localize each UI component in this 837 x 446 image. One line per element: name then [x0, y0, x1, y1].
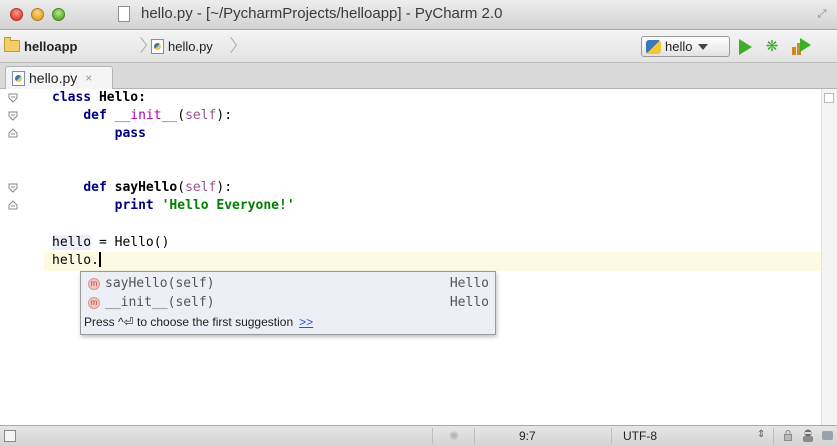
- navigation-bar: helloapp hello.py hello ❋: [0, 30, 837, 63]
- text-caret: [98, 252, 101, 267]
- autocomplete-more-link[interactable]: >>: [299, 315, 313, 329]
- autocomplete-popup: m sayHello(self) Hello m __init__(self) …: [80, 271, 496, 335]
- autocomplete-hint: Press ^⏎ to choose the first suggestion >…: [84, 315, 313, 329]
- inspection-status-icon[interactable]: [824, 93, 834, 103]
- title-bar: hello.py - [~/PycharmProjects/helloapp] …: [0, 0, 837, 30]
- fold-icon[interactable]: [8, 183, 18, 193]
- current-line-highlight: [0, 252, 821, 271]
- autocomplete-item-name: sayHello(self): [105, 276, 215, 291]
- folder-icon: [4, 37, 20, 52]
- code-line[interactable]: class Hello:: [52, 89, 146, 107]
- breadcrumb-file[interactable]: hello.py: [151, 30, 213, 62]
- window-minimize-button[interactable]: [31, 8, 44, 21]
- window-zoom-button[interactable]: [52, 8, 65, 21]
- tool-window-toggle-icon[interactable]: [4, 430, 16, 442]
- method-name: sayHello: [114, 180, 178, 195]
- autocomplete-hint-text: Press ^⏎ to choose the first suggestion: [84, 315, 294, 329]
- fold-icon[interactable]: [8, 111, 18, 121]
- tab-hello-py[interactable]: hello.py ×: [5, 66, 113, 89]
- message-icon[interactable]: [822, 431, 833, 440]
- fold-icon[interactable]: [8, 93, 18, 103]
- code-editor[interactable]: class Hello: def __init__(self): pass de…: [0, 89, 837, 425]
- class-name: Hello:: [98, 90, 146, 105]
- autocomplete-item-name: __init__(self): [105, 295, 215, 310]
- tab-label: hello.py: [29, 70, 78, 86]
- method-icon: m: [88, 296, 100, 309]
- self-param: self: [185, 180, 217, 195]
- keyword-print: print: [114, 198, 154, 213]
- autocomplete-item-type: Hello: [449, 276, 489, 291]
- assignment-expression: = Hello(): [91, 235, 170, 250]
- editor-gutter[interactable]: [0, 89, 44, 425]
- lock-icon[interactable]: [784, 430, 792, 441]
- code-line[interactable]: print 'Hello Everyone!': [52, 197, 295, 215]
- file-encoding[interactable]: UTF-8: [623, 429, 657, 443]
- debug-button[interactable]: ❋: [763, 38, 781, 55]
- run-configuration-select[interactable]: hello: [641, 36, 730, 57]
- encoding-select-arrows-icon[interactable]: ⇕: [757, 429, 765, 440]
- editor-tab-bar: hello.py ×: [0, 63, 837, 89]
- code-line-current[interactable]: hello.: [52, 252, 101, 270]
- document-icon: [118, 6, 130, 22]
- caret-position[interactable]: 9:7: [519, 429, 559, 443]
- python-file-icon: [151, 38, 164, 54]
- code-line[interactable]: def __init__(self):: [52, 107, 232, 125]
- autocomplete-item[interactable]: m __init__(self) Hello: [81, 293, 495, 312]
- code-line[interactable]: def sayHello(self):: [52, 179, 232, 197]
- status-divider: [432, 428, 433, 444]
- string-literal: 'Hello Everyone!': [161, 198, 295, 213]
- coverage-icon-bar: [792, 47, 796, 55]
- code-line[interactable]: hello = Hello(): [52, 234, 169, 252]
- method-name: __init__: [114, 108, 178, 123]
- breadcrumb-separator-icon: [226, 36, 234, 56]
- inspector-icon[interactable]: [801, 429, 815, 443]
- breadcrumb-file-label: hello.py: [168, 38, 213, 54]
- self-param: self: [185, 108, 217, 123]
- status-divider: [611, 428, 612, 444]
- keyword-def: def: [83, 108, 107, 123]
- member-access-dot: .: [91, 253, 99, 268]
- code-line[interactable]: pass: [52, 125, 146, 143]
- run-configuration-label: hello: [665, 39, 693, 54]
- python-run-config-icon: [646, 39, 661, 54]
- status-bar: ✺ 9:7 UTF-8 ⇕: [0, 425, 837, 446]
- keyword-pass: pass: [114, 126, 146, 141]
- fold-end-icon[interactable]: [8, 200, 18, 210]
- fold-end-icon[interactable]: [8, 128, 18, 138]
- breadcrumb-project-label: helloapp: [24, 38, 78, 54]
- breadcrumb-separator-icon: [136, 36, 144, 56]
- background-tasks-icon[interactable]: ✺: [447, 429, 461, 443]
- autocomplete-item[interactable]: m sayHello(self) Hello: [81, 274, 495, 293]
- run-with-coverage-button[interactable]: [792, 38, 811, 55]
- method-icon: m: [88, 277, 100, 290]
- window-title: hello.py - [~/PycharmProjects/helloapp] …: [141, 5, 503, 22]
- python-file-icon: [12, 70, 25, 86]
- run-button[interactable]: [739, 39, 752, 55]
- keyword-class: class: [52, 90, 92, 105]
- status-divider: [773, 428, 774, 444]
- variable-hello: hello: [52, 235, 92, 250]
- status-divider: [474, 428, 475, 444]
- window-close-button[interactable]: [10, 8, 23, 21]
- chevron-down-icon: [698, 43, 709, 50]
- fullscreen-icon[interactable]: ⤢: [815, 7, 829, 21]
- breadcrumb-project[interactable]: helloapp: [4, 30, 77, 62]
- coverage-icon-arrow: [800, 38, 811, 52]
- close-icon[interactable]: ×: [85, 71, 92, 85]
- variable-hello: hello: [52, 253, 92, 268]
- error-stripe-bar[interactable]: [821, 89, 837, 425]
- keyword-def: def: [83, 180, 107, 195]
- autocomplete-item-type: Hello: [449, 295, 489, 310]
